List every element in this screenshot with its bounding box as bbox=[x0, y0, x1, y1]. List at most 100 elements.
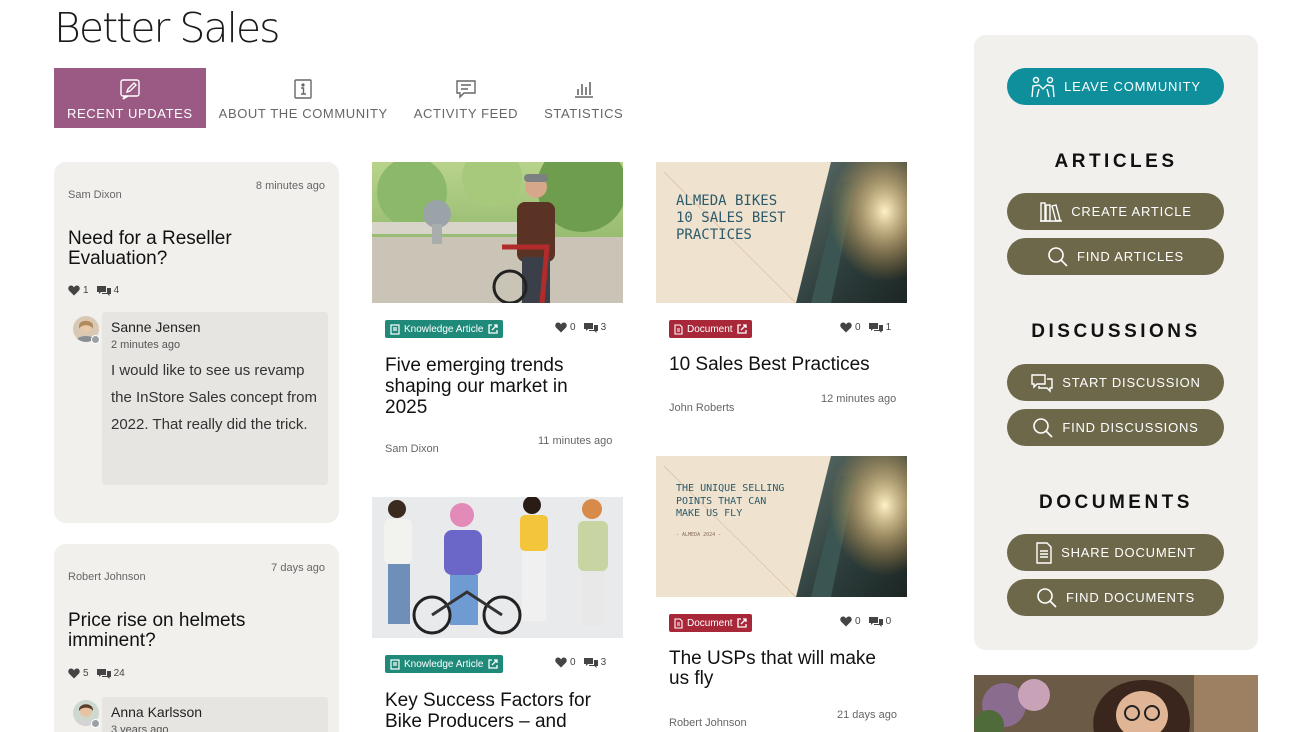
external-link-icon bbox=[487, 324, 498, 334]
like-count: 1 bbox=[83, 285, 89, 296]
button-label: FIND ARTICLES bbox=[1077, 249, 1184, 264]
cover-line: ALMEDA BIKES bbox=[676, 193, 778, 209]
article-title[interactable]: Five emerging trends shaping our market … bbox=[385, 355, 600, 418]
tab-activity-feed[interactable]: ACTIVITY FEED bbox=[401, 68, 531, 128]
tab-recent-updates[interactable]: RECENT UPDATES bbox=[54, 68, 206, 128]
cover-line: POINTS THAT CAN bbox=[676, 495, 767, 507]
search-icon bbox=[1048, 246, 1068, 267]
document-cover[interactable]: THE UNIQUE SELLING POINTS THAT CAN MAKE … bbox=[656, 456, 907, 597]
like-count: 0 bbox=[570, 657, 576, 668]
document-title[interactable]: 10 Sales Best Practices bbox=[669, 355, 899, 375]
leave-community-button[interactable]: LEAVE COMMUNITY bbox=[1007, 68, 1224, 105]
start-discussion-button[interactable]: START DISCUSSION bbox=[1007, 364, 1224, 401]
article-image[interactable] bbox=[372, 162, 623, 303]
heart-icon bbox=[840, 322, 852, 333]
discussion-card[interactable]: Sam Dixon 8 minutes ago Need for a Resel… bbox=[54, 162, 339, 523]
document-icon bbox=[674, 323, 683, 335]
tab-about-community[interactable]: ABOUT THE COMMUNITY bbox=[206, 68, 401, 128]
community-actions-panel: LEAVE COMMUNITY ARTICLES CREATE ARTICLE … bbox=[974, 35, 1258, 650]
reply-bubble: Anna Karlsson 3 years ago bbox=[102, 697, 328, 732]
post-time: 7 days ago bbox=[271, 562, 325, 574]
post-time: 11 minutes ago bbox=[538, 435, 613, 447]
discussion-title[interactable]: Need for a Reseller Evaluation? bbox=[68, 229, 298, 269]
comments-icon bbox=[583, 658, 598, 668]
article-title[interactable]: Key Success Factors for Bike Producers –… bbox=[385, 690, 600, 732]
like-count: 5 bbox=[83, 668, 89, 679]
post-stats: 0 3 bbox=[555, 657, 606, 668]
document-cover[interactable]: ALMEDA BIKES 10 SALES BEST PRACTICES bbox=[656, 162, 907, 303]
find-articles-button[interactable]: FIND ARTICLES bbox=[1007, 238, 1224, 275]
document-tag[interactable]: Document bbox=[669, 320, 752, 338]
info-icon bbox=[294, 79, 312, 99]
status-badge bbox=[91, 335, 100, 344]
post-author[interactable]: Sam Dixon bbox=[385, 443, 439, 455]
tab-label: RECENT UPDATES bbox=[67, 106, 193, 121]
discussion-card[interactable]: Robert Johnson 7 days ago Price rise on … bbox=[54, 544, 339, 732]
reply-time: 2 minutes ago bbox=[111, 339, 181, 351]
reply-author[interactable]: Anna Karlsson bbox=[111, 704, 202, 720]
cover-line: THE UNIQUE SELLING bbox=[676, 483, 785, 494]
heart-icon bbox=[68, 285, 80, 296]
find-documents-button[interactable]: FIND DOCUMENTS bbox=[1007, 579, 1224, 616]
post-author[interactable]: Robert Johnson bbox=[68, 571, 146, 583]
button-label: FIND DOCUMENTS bbox=[1066, 590, 1195, 605]
document-icon bbox=[674, 617, 683, 629]
cover-line: MAKE US FLY bbox=[676, 508, 743, 519]
external-link-icon bbox=[736, 324, 747, 334]
tag-label: Document bbox=[687, 323, 733, 335]
post-stats: 0 0 bbox=[840, 616, 891, 627]
post-author[interactable]: John Roberts bbox=[669, 402, 734, 414]
comments-icon bbox=[868, 323, 883, 333]
knowledge-article-tag[interactable]: Knowledge Article bbox=[385, 320, 503, 338]
tab-label: ABOUT THE COMMUNITY bbox=[218, 106, 388, 121]
comment-count: 3 bbox=[600, 322, 607, 333]
comments-icon bbox=[868, 617, 883, 627]
books-icon bbox=[1040, 201, 1063, 222]
post-stats: 5 24 bbox=[68, 668, 125, 679]
comment-count: 4 bbox=[113, 285, 120, 296]
article-image[interactable] bbox=[372, 497, 623, 638]
search-icon bbox=[1037, 587, 1057, 608]
cover-line: 10 SALES BEST bbox=[676, 210, 786, 226]
tab-statistics[interactable]: STATISTICS bbox=[531, 68, 636, 128]
post-time: 12 minutes ago bbox=[821, 393, 897, 405]
status-badge bbox=[91, 719, 100, 728]
knowledge-article-tag[interactable]: Knowledge Article bbox=[385, 655, 503, 673]
post-stats: 1 4 bbox=[68, 285, 119, 296]
find-discussions-button[interactable]: FIND DISCUSSIONS bbox=[1007, 409, 1224, 446]
edit-icon bbox=[120, 79, 140, 100]
document-title[interactable]: The USPs that will make us fly bbox=[669, 649, 899, 689]
button-label: LEAVE COMMUNITY bbox=[1064, 79, 1201, 94]
comment-count: 3 bbox=[600, 657, 607, 668]
reply-author[interactable]: Sanne Jensen bbox=[111, 319, 201, 335]
cover-text: THE UNIQUE SELLING POINTS THAT CAN MAKE … bbox=[676, 483, 784, 541]
heart-icon bbox=[555, 322, 567, 333]
comment-count: 0 bbox=[885, 616, 892, 627]
heart-icon bbox=[555, 657, 567, 668]
like-count: 0 bbox=[570, 322, 576, 333]
promo-image[interactable] bbox=[974, 675, 1258, 732]
tag-label: Document bbox=[687, 617, 733, 629]
post-author[interactable]: Sam Dixon bbox=[68, 189, 122, 201]
tab-bar: RECENT UPDATES ABOUT THE COMMUNITY ACTIV… bbox=[54, 68, 636, 128]
discussion-title[interactable]: Price rise on helmets imminent? bbox=[68, 611, 298, 651]
tab-label: ACTIVITY FEED bbox=[413, 106, 519, 121]
articles-heading: ARTICLES bbox=[1054, 151, 1178, 172]
chat-icon bbox=[456, 80, 476, 99]
like-count: 0 bbox=[855, 616, 861, 627]
comment-count: 24 bbox=[113, 668, 125, 679]
document-tag[interactable]: Document bbox=[669, 614, 752, 632]
create-article-button[interactable]: CREATE ARTICLE bbox=[1007, 193, 1224, 230]
cover-line: PRACTICES bbox=[676, 227, 752, 243]
comments-icon bbox=[96, 286, 111, 296]
button-label: SHARE DOCUMENT bbox=[1061, 545, 1196, 560]
share-document-button[interactable]: SHARE DOCUMENT bbox=[1007, 534, 1224, 571]
post-author[interactable]: Robert Johnson bbox=[669, 717, 747, 729]
post-time: 8 minutes ago bbox=[255, 180, 325, 192]
community-title: Better Sales bbox=[54, 4, 280, 52]
external-link-icon bbox=[487, 659, 498, 669]
bar-chart-icon bbox=[574, 82, 593, 98]
comments-icon bbox=[583, 323, 598, 333]
cover-small-text: - ALMEDA 2024 - bbox=[676, 531, 722, 538]
article-icon bbox=[390, 658, 400, 670]
